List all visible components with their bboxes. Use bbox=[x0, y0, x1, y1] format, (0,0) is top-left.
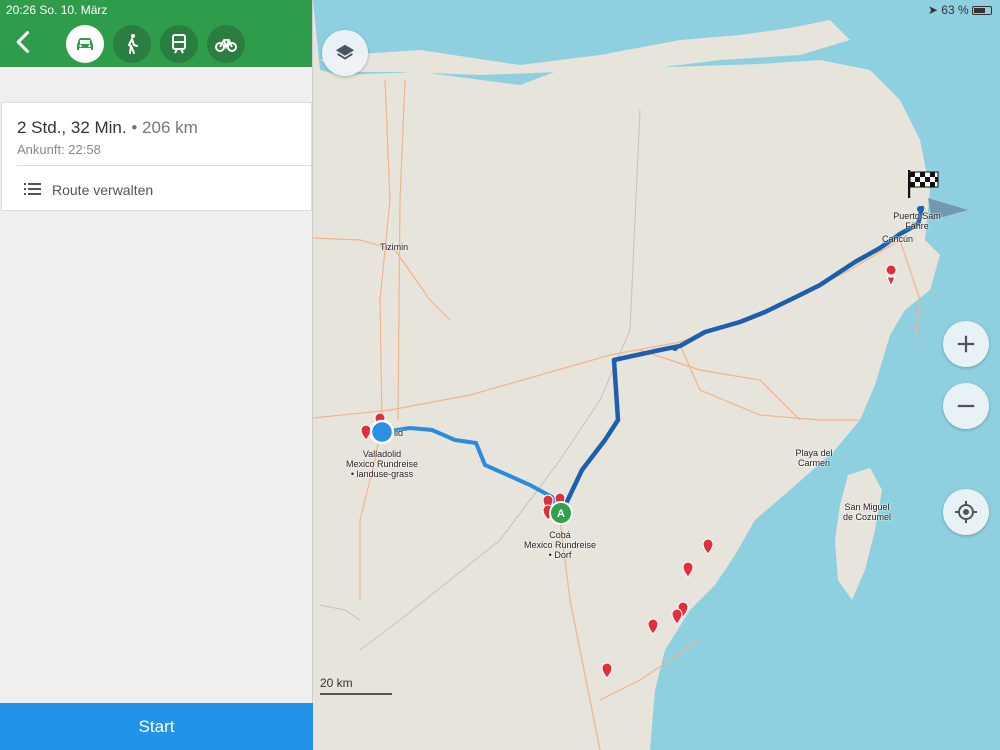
scale-bar bbox=[320, 693, 392, 695]
map-scale: 20 km bbox=[320, 676, 392, 695]
place-sub: • landuse-grass bbox=[350, 469, 414, 479]
list-icon bbox=[24, 183, 41, 195]
place-name: Carmen bbox=[797, 458, 830, 468]
mode-walk-button[interactable] bbox=[113, 25, 151, 63]
zoom-out-button[interactable] bbox=[943, 383, 989, 429]
place-name: Cobá bbox=[549, 530, 571, 540]
status-right: ➤ 63 % bbox=[928, 3, 992, 17]
start-marker-letter: A bbox=[557, 508, 565, 520]
walk-icon bbox=[127, 34, 138, 54]
current-location-icon[interactable] bbox=[369, 419, 395, 445]
place-label-tizimin: Tizimin bbox=[380, 242, 409, 252]
start-marker-a-icon[interactable]: A bbox=[549, 501, 573, 525]
place-sub: Mexico Rundreise bbox=[345, 459, 419, 469]
place-label-valladolid-clip: lid bbox=[394, 428, 404, 438]
location-arrow-icon: ➤ bbox=[927, 3, 938, 17]
my-location-button[interactable] bbox=[943, 489, 989, 535]
waypoint-dot bbox=[672, 345, 678, 351]
place-label-playa: Playa del Carmen bbox=[782, 448, 846, 468]
arrival-time: Ankunft: 22:58 bbox=[17, 142, 101, 157]
zoom-in-button[interactable] bbox=[943, 321, 989, 367]
place-name: Playa del bbox=[795, 448, 833, 458]
place-sub: Mexico Rundreise bbox=[523, 540, 597, 550]
route-summary-card: 2 Std., 32 Min. • 206 km Ankunft: 22:58 … bbox=[1, 102, 312, 211]
route-separator: • bbox=[131, 118, 138, 137]
layers-icon bbox=[335, 44, 355, 60]
place-label-valladolid: Valladolid Mexico Rundreise • landuse-gr… bbox=[340, 449, 424, 479]
route-distance: 206 km bbox=[142, 118, 198, 137]
crosshair-icon bbox=[955, 501, 977, 523]
train-icon bbox=[172, 34, 186, 54]
place-label-puerto: Puerto Sam Fähre bbox=[890, 211, 944, 231]
battery-icon bbox=[972, 6, 992, 16]
mode-train-button[interactable] bbox=[160, 25, 198, 63]
route-duration: 2 Std., 32 Min. bbox=[17, 118, 127, 137]
mode-bike-button[interactable] bbox=[207, 25, 245, 63]
status-time-date: 20:26 So. 10. März bbox=[6, 3, 108, 17]
route-panel: 2 Std., 32 Min. • 206 km Ankunft: 22:58 … bbox=[0, 0, 313, 750]
status-bar: 20:26 So. 10. März ➤ 63 % bbox=[0, 0, 1000, 20]
plus-icon bbox=[957, 335, 975, 353]
place-name: Fähre bbox=[905, 221, 929, 231]
battery-percent: 63 % bbox=[941, 3, 969, 17]
minus-icon bbox=[957, 404, 975, 408]
place-name: San Miguel bbox=[844, 502, 890, 512]
route-duration-line: 2 Std., 32 Min. • 206 km bbox=[17, 118, 198, 138]
scale-label: 20 km bbox=[320, 676, 353, 690]
place-name: Puerto Sam bbox=[893, 211, 941, 221]
place-name: de Cozumel bbox=[842, 512, 892, 522]
start-button[interactable]: Start bbox=[0, 703, 313, 750]
place-label-cozumel: San Miguel de Cozumel bbox=[830, 502, 904, 522]
back-arrow-icon[interactable] bbox=[10, 28, 38, 56]
place-sub: • Dorf bbox=[548, 550, 572, 560]
place-label-coba: Cobá Mexico Rundreise • Dorf bbox=[510, 530, 610, 560]
manage-route-button[interactable]: Route verwalten bbox=[2, 166, 311, 211]
place-name: Valladolid bbox=[362, 449, 402, 459]
manage-route-label: Route verwalten bbox=[52, 182, 154, 198]
car-icon bbox=[77, 38, 93, 50]
layers-button[interactable] bbox=[322, 30, 368, 76]
bike-icon bbox=[215, 39, 237, 52]
mode-car-button[interactable] bbox=[66, 25, 104, 63]
place-label-cancun: Cancún bbox=[882, 234, 914, 244]
